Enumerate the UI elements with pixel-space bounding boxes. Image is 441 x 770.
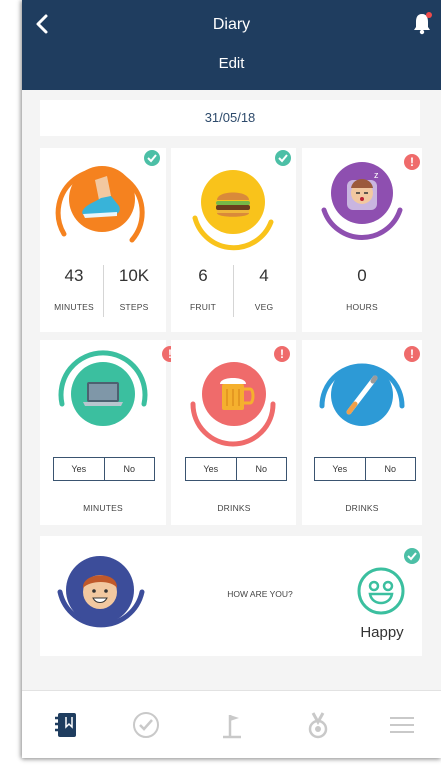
- fruit-value: 6: [198, 266, 208, 285]
- yes-option[interactable]: Yes: [315, 458, 365, 480]
- mood-card[interactable]: HOW ARE YOU? Happy: [40, 536, 422, 656]
- alcohol-yes-no-toggle[interactable]: Yes No: [185, 457, 287, 481]
- smoking-icon-circle: [331, 364, 393, 426]
- alcohol-icon-circle: [202, 362, 266, 426]
- screen-time-card[interactable]: ! Yes No MINUTES: [40, 340, 178, 525]
- screen-label: MINUTES: [83, 503, 123, 513]
- exercise-card[interactable]: 43 MINUTES 10K STEPS: [40, 148, 166, 332]
- veg-label: VEG: [254, 302, 274, 312]
- alcohol-label: DRINKS: [217, 503, 251, 513]
- veg-value: 4: [259, 266, 269, 285]
- phone-screen: Diary Edit 31/05/18 43 MINUTES 10K STEPS: [22, 0, 441, 758]
- minutes-value: 43: [64, 266, 84, 285]
- avatar: [66, 556, 134, 624]
- no-option[interactable]: No: [364, 458, 416, 480]
- completed-check-icon: [275, 150, 291, 166]
- beer-mug-icon: [220, 378, 255, 410]
- check-circle-icon[interactable]: [130, 709, 162, 741]
- page-title: Diary: [212, 16, 251, 33]
- diary-icon[interactable]: [50, 709, 82, 741]
- sleeping-face-icon: z: [347, 170, 379, 210]
- completed-check-icon: [144, 150, 160, 166]
- cigarette-icon: [346, 375, 378, 415]
- alert-icon: !: [404, 346, 420, 362]
- yes-option[interactable]: Yes: [186, 458, 236, 480]
- hours-label: HOURS: [346, 302, 378, 312]
- bottom-nav-bar: [22, 690, 441, 758]
- mood-question: HOW ARE YOU?: [227, 589, 293, 599]
- medal-icon[interactable]: [302, 709, 334, 741]
- completed-check-icon: [404, 548, 420, 564]
- exercise-icon-circle: [69, 166, 135, 232]
- mood-value: Happy: [360, 624, 404, 641]
- flag-icon[interactable]: [217, 709, 249, 741]
- burger-icon: [216, 192, 250, 217]
- screen-icon-circle: [71, 362, 135, 426]
- sleep-card[interactable]: z ! 0 HOURS: [302, 148, 422, 332]
- diary-date[interactable]: 31/05/18: [40, 100, 420, 136]
- hours-value: 0: [357, 266, 367, 285]
- steps-label: STEPS: [119, 302, 149, 312]
- fruit-label: FRUIT: [189, 302, 217, 312]
- no-option[interactable]: No: [103, 458, 155, 480]
- food-icon-circle: [201, 170, 265, 234]
- steps-value: 10K: [118, 266, 150, 285]
- alcohol-card[interactable]: ! Yes No DRINKS: [171, 340, 296, 525]
- menu-icon[interactable]: [386, 709, 418, 741]
- app-header: Diary Edit: [22, 0, 441, 90]
- smoking-yes-no-toggle[interactable]: Yes No: [314, 457, 416, 481]
- happy-face-icon[interactable]: [356, 566, 406, 616]
- laptop-icon: [83, 382, 123, 406]
- yes-option[interactable]: Yes: [54, 458, 104, 480]
- sleep-icon-circle: z: [331, 162, 393, 224]
- smoking-card[interactable]: ! Yes No DRINKS: [302, 340, 422, 525]
- edit-button[interactable]: Edit: [22, 55, 441, 72]
- sneaker-icon: [82, 176, 120, 218]
- smoking-label: DRINKS: [345, 503, 379, 513]
- screen-yes-no-toggle[interactable]: Yes No: [53, 457, 155, 481]
- food-card[interactable]: 6 FRUIT 4 VEG: [171, 148, 296, 332]
- alert-icon: !: [274, 346, 290, 362]
- no-option[interactable]: No: [235, 458, 287, 480]
- minutes-label: MINUTES: [54, 302, 94, 312]
- avatar-face-icon: [82, 575, 118, 609]
- notification-bell-icon[interactable]: [411, 11, 433, 35]
- svg-text:z: z: [374, 170, 379, 180]
- alert-icon: !: [404, 154, 420, 170]
